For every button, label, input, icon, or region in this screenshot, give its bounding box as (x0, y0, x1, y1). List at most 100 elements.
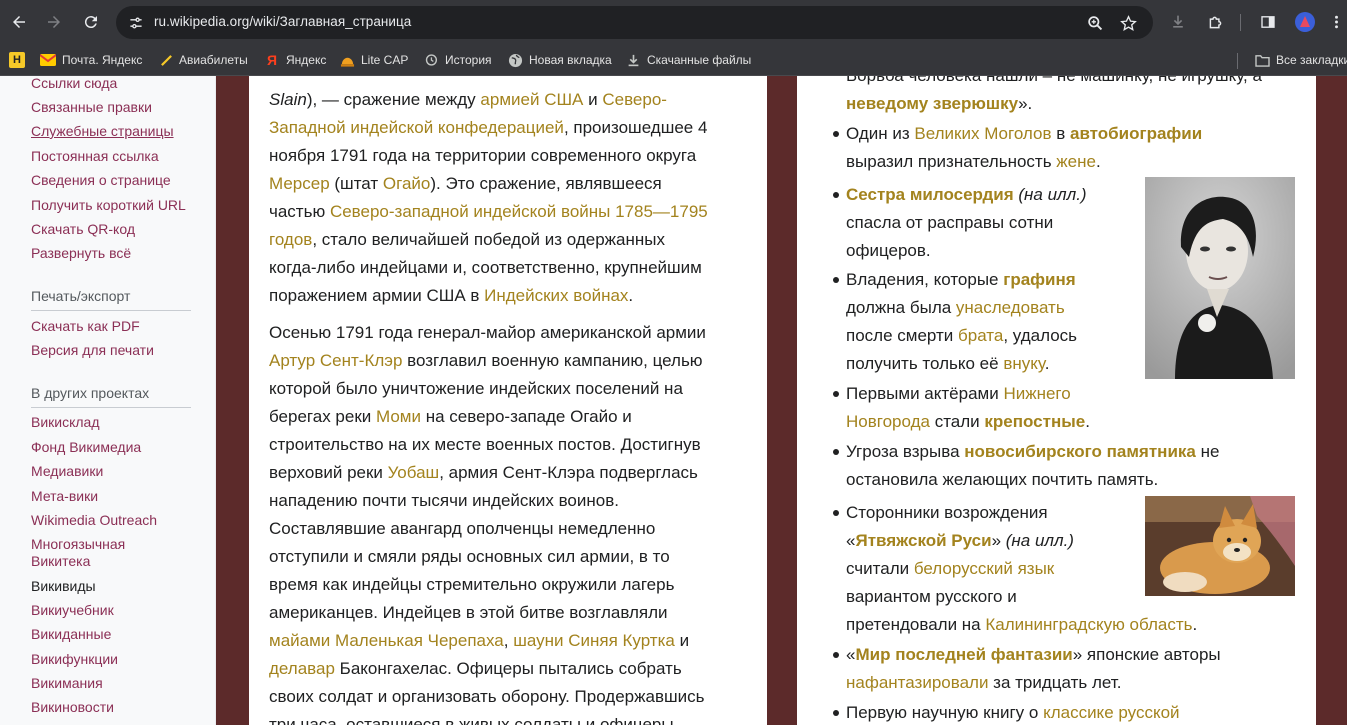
sidebar-link-wikidata[interactable]: Викиданные (31, 626, 111, 643)
bookmark-history[interactable]: История (423, 51, 492, 69)
sidebar-link-wikibooks[interactable]: Викиучебник (31, 602, 114, 619)
dyk-line: Первую научную книгу о классике русской (846, 703, 1180, 722)
link-northwest-war[interactable]: Северо-западной индейской войны 1785—179… (330, 202, 708, 221)
link-brother[interactable]: брата (958, 326, 1003, 345)
download-icon (625, 52, 641, 68)
link-inherit[interactable]: унаследовать (956, 298, 1065, 317)
zoom-icon[interactable] (1085, 13, 1105, 33)
link-confederacy[interactable]: Западной индейской конфедерацией (269, 118, 564, 137)
bookmark-downloads[interactable]: Скачанные файлы (625, 51, 751, 69)
extensions-icon[interactable] (1204, 11, 1226, 33)
download-icon[interactable] (1167, 11, 1189, 33)
sidebar-link-special-pages[interactable]: Служебные страницы (31, 123, 174, 140)
link-nizhny[interactable]: Нижнего (1003, 384, 1070, 403)
sidebar-link-wikisource[interactable]: Многоязычная Викитека (31, 536, 161, 570)
link-belarusian[interactable]: белорусский язык (914, 559, 1054, 578)
link-wife[interactable]: жене (1056, 152, 1096, 171)
link-us-army[interactable]: армией США (480, 90, 583, 109)
dyk-line: «Ятвяжской Руси» (на илл.) (846, 531, 1074, 550)
article-line: отступили и смяли ряды основных сил арми… (269, 547, 670, 566)
sidebar-link-commons[interactable]: Викисклад (31, 414, 100, 431)
sidebar-link-qr-code[interactable]: Скачать QR-код (31, 221, 135, 238)
bookmark-star-icon[interactable] (1118, 13, 1138, 33)
sidebar-link-wikifunctions[interactable]: Викифункции (31, 651, 118, 668)
article-line: Slain), — сражение между армией США и Се… (269, 90, 667, 109)
sidebar-link-page-info[interactable]: Сведения о странице (31, 172, 171, 189)
tools-sidebar: Ссылки сюда Связанные правки Служебные с… (0, 76, 216, 725)
bookmark-yandex[interactable]: Я Яндекс (264, 51, 326, 69)
article-line: Осенью 1791 года генерал-майор американс… (269, 323, 706, 342)
dyk-line: выразил признательность жене. (846, 152, 1101, 171)
profile-avatar[interactable] (1295, 12, 1315, 32)
reload-icon[interactable] (78, 9, 104, 35)
sidebar-link-permalink[interactable]: Постоянная ссылка (31, 148, 159, 165)
menu-icon[interactable] (1329, 11, 1343, 33)
bookmark-newtab[interactable]: Новая вкладка (507, 51, 612, 69)
link-grandson[interactable]: внуку (1003, 354, 1044, 373)
article-line: майами Маленькая Черепаха, шауни Синяя К… (269, 631, 690, 650)
site-info-icon[interactable] (126, 13, 146, 33)
dyk-line: Один из Великих Моголов в автобиографии (846, 124, 1203, 143)
sidebar-link-whatlinkshere[interactable]: Ссылки сюда (31, 76, 117, 92)
address-bar[interactable]: ru.wikipedia.org/wiki/Заглавная_страница (116, 6, 1153, 39)
link-delaware[interactable]: делавар (269, 659, 335, 678)
bookmark-litecap[interactable]: Lite CAP (339, 51, 408, 69)
link-maumee[interactable]: Моми (376, 407, 421, 426)
litecap-icon (339, 52, 355, 68)
article-line: верховий реки Уобаш, армия Сент-Клэра по… (269, 463, 698, 482)
link-autobiography[interactable]: автобиографии (1070, 124, 1202, 143)
sidebar-link-outreach[interactable]: Wikimedia Outreach (31, 512, 157, 529)
article-line: три часа, оставшиеся в живых солдаты и о… (269, 715, 674, 725)
dyk-line: Сторонники возрождения (846, 503, 1048, 522)
nurse-portrait-image[interactable] (1145, 177, 1295, 379)
sidebar-link-wikispecies[interactable]: Викивиды (31, 578, 96, 595)
link-blue-jacket[interactable]: шауни Синяя Куртка (513, 631, 675, 650)
bookmark-mail[interactable]: Почта. Яндекс (40, 51, 142, 69)
sidebar-heading-print: Печать/экспорт (31, 288, 131, 304)
sidebar-link-pdf[interactable]: Скачать как PDF (31, 318, 140, 335)
bullet (833, 449, 839, 455)
link-nizhny[interactable]: Новгорода (846, 412, 930, 431)
link-nevedoma[interactable]: неведому зверюшку (846, 94, 1018, 113)
link-classic[interactable]: классике русской (1043, 703, 1179, 722)
article-line: нападению почти тысячи индейских воинов. (269, 491, 619, 510)
sidebar-link-short-url[interactable]: Получить короткий URL (31, 197, 186, 214)
dog-image[interactable] (1145, 496, 1295, 596)
sidebar-link-mediawiki[interactable]: Медиавики (31, 463, 103, 480)
link-serfs[interactable]: крепостные (984, 412, 1085, 431)
link-fantasized[interactable]: нафантазировали (846, 673, 988, 692)
article-line: которой было уничтожение индейских посел… (269, 379, 683, 398)
link-northwest-war[interactable]: годов (269, 230, 312, 249)
link-final-fantasy[interactable]: Мир последней фантазии (855, 645, 1072, 664)
forward-icon[interactable] (41, 9, 67, 35)
link-ohio[interactable]: Огайо (383, 174, 430, 193)
sidebar-link-wikimania[interactable]: Викимания (31, 675, 103, 692)
sidebar-link-related-changes[interactable]: Связанные правки (31, 99, 152, 116)
link-mercer[interactable]: Мерсер (269, 174, 330, 193)
back-icon[interactable] (6, 9, 32, 35)
bookmark-flights[interactable]: Авиабилеты (159, 51, 248, 69)
sidebar-link-meta[interactable]: Мета-вики (31, 488, 98, 505)
dyk-line: Сестра милосердия (на илл.) (846, 185, 1087, 204)
article-line: американцев. Индейцев в этой битве возгл… (269, 603, 668, 622)
link-nurse[interactable]: Сестра милосердия (846, 185, 1014, 204)
link-wabash[interactable]: Уобаш (388, 463, 440, 482)
link-countess[interactable]: графиня (1003, 270, 1075, 289)
sidebar-link-wikinews[interactable]: Викиновости (31, 699, 114, 716)
article-line: берегах реки Моми на северо-западе Огайо… (269, 407, 632, 426)
link-great-mughals[interactable]: Великих Моголов (914, 124, 1051, 143)
link-kaliningrad[interactable]: Калининградскую область (985, 615, 1192, 634)
link-yatvyag-rus[interactable]: Ятвяжской Руси (855, 531, 991, 550)
sidebar-link-foundation[interactable]: Фонд Викимедиа (31, 439, 141, 456)
link-novosibirsk-monument[interactable]: новосибирского памятника (964, 442, 1196, 461)
bookmark-hh[interactable]: H (9, 51, 31, 69)
link-indian-wars[interactable]: Индейских войнах (484, 286, 628, 305)
link-confederacy[interactable]: Северо- (602, 90, 667, 109)
sidebar-link-printable[interactable]: Версия для печати (31, 342, 154, 359)
dyk-line: претендовали на Калининградскую область. (846, 615, 1198, 634)
sidebar-link-expand-all[interactable]: Развернуть всё (31, 245, 131, 262)
all-bookmarks[interactable]: Все закладки (1254, 51, 1347, 69)
link-st-clair[interactable]: Артур Сент-Клэр (269, 351, 402, 370)
link-little-turtle[interactable]: майами Маленькая Черепаха (269, 631, 504, 650)
sidepanel-icon[interactable] (1257, 11, 1279, 33)
